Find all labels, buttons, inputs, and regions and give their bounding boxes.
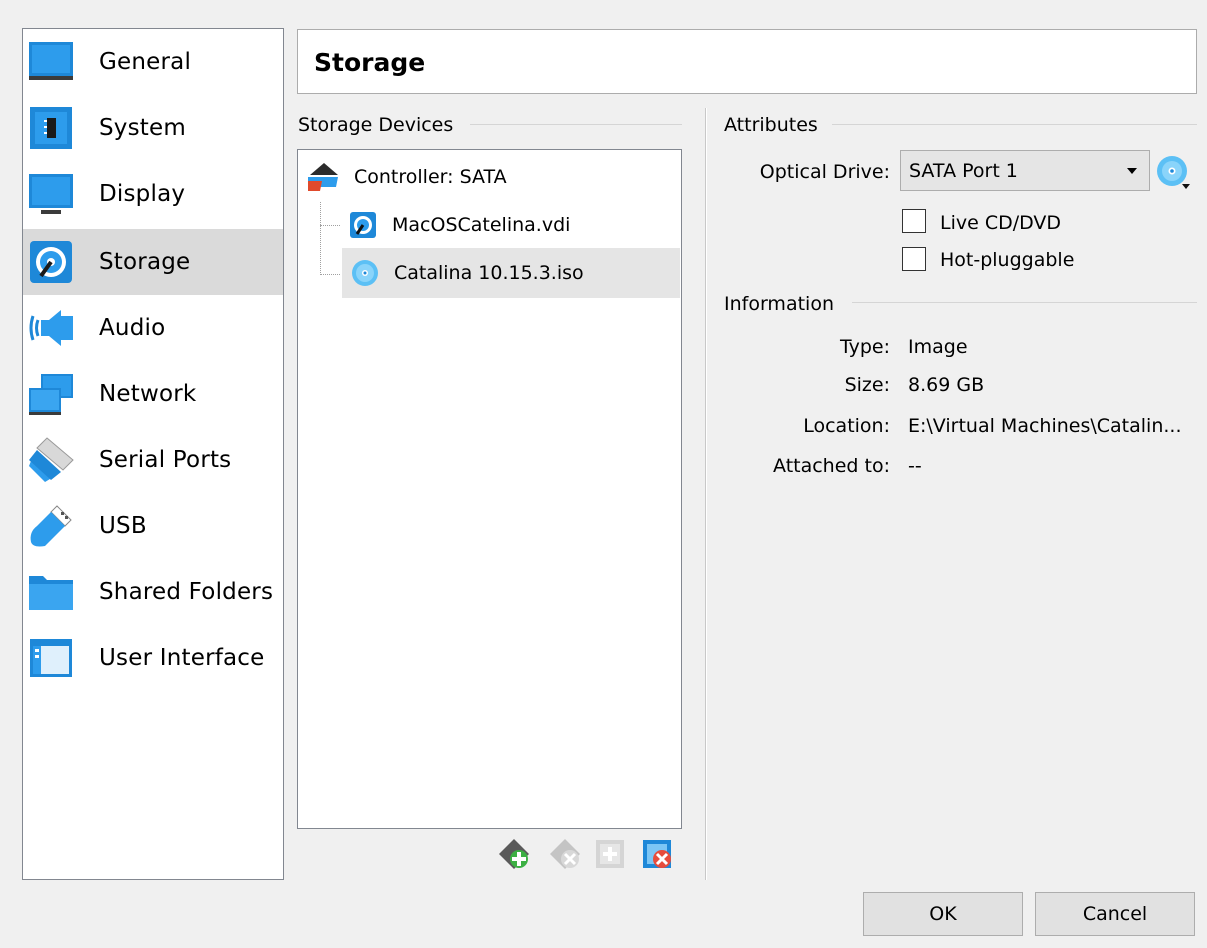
- optical-disc-icon: [352, 260, 378, 286]
- hot-pluggable-checkbox[interactable]: [902, 247, 926, 271]
- sidebar-item-serial-ports[interactable]: Serial Ports: [23, 427, 283, 493]
- optical-drive-label: Optical Drive:: [759, 161, 890, 183]
- group-divider: [852, 302, 1197, 303]
- network-monitors-icon: [29, 374, 73, 415]
- hard-disk-icon: [350, 212, 376, 238]
- page-title: Storage: [314, 48, 426, 77]
- sidebar-item-label: Audio: [99, 315, 166, 341]
- ok-button[interactable]: OK: [863, 892, 1023, 936]
- sidebar-item-general[interactable]: General: [23, 29, 283, 95]
- tree-controller-sata[interactable]: Controller: SATA: [306, 160, 507, 194]
- live-cd-checkbox[interactable]: [902, 209, 926, 233]
- vertical-separator: [705, 108, 707, 880]
- sidebar-item-shared-folders[interactable]: Shared Folders: [23, 559, 283, 625]
- usb-plug-icon: [30, 505, 72, 547]
- optical-drive-value: SATA Port 1: [909, 160, 1018, 182]
- sidebar-item-label: Display: [99, 181, 186, 207]
- display-monitor-icon: [29, 174, 73, 214]
- audio-speaker-icon: [29, 310, 73, 346]
- sidebar-item-label: USB: [99, 513, 147, 539]
- information-group-title: Information: [724, 293, 834, 315]
- attributes-group-title: Attributes: [724, 114, 818, 136]
- sidebar-item-label: Network: [99, 381, 197, 407]
- choose-disk-image-icon[interactable]: [1154, 153, 1194, 191]
- tree-attachment-vdi[interactable]: MacOSCatelina.vdi: [344, 207, 679, 243]
- location-label: Location:: [803, 415, 890, 437]
- type-label: Type:: [839, 336, 890, 358]
- sidebar-item-system[interactable]: System: [23, 95, 283, 161]
- controller-label: Controller: SATA: [354, 166, 507, 188]
- optical-drive-select[interactable]: SATA Port 1: [900, 150, 1150, 191]
- tree-connector: [320, 202, 321, 275]
- attached-to-label: Attached to:: [773, 455, 890, 477]
- tree-connector: [320, 274, 340, 275]
- folder-icon: [29, 576, 73, 610]
- remove-controller-icon[interactable]: [548, 837, 582, 871]
- window-layout-icon: [30, 639, 72, 677]
- chevron-down-icon: [1127, 168, 1137, 174]
- sidebar-item-network[interactable]: Network: [23, 361, 283, 427]
- sidebar-item-label: Shared Folders: [99, 579, 274, 605]
- sidebar-item-label: System: [99, 115, 186, 141]
- general-monitor-icon: [29, 42, 73, 80]
- attachment-label: MacOSCatelina.vdi: [392, 214, 571, 236]
- add-controller-icon[interactable]: [497, 837, 531, 871]
- sidebar-item-label: Storage: [99, 249, 191, 275]
- sidebar-item-display[interactable]: Display: [23, 161, 283, 227]
- controller-icon: [308, 163, 338, 191]
- sidebar-item-storage[interactable]: Storage: [23, 229, 283, 295]
- remove-attachment-icon[interactable]: [640, 837, 674, 871]
- sidebar-item-user-interface[interactable]: User Interface: [23, 625, 283, 691]
- storage-tree[interactable]: Controller: SATA MacOSCatelina.vdi Catal…: [297, 149, 682, 829]
- hot-pluggable-label: Hot-pluggable: [940, 249, 1075, 271]
- type-value: Image: [908, 336, 968, 358]
- sidebar-item-usb[interactable]: USB: [23, 493, 283, 559]
- system-chip-icon: [30, 107, 72, 149]
- add-attachment-icon[interactable]: [593, 837, 627, 871]
- group-divider: [832, 124, 1197, 125]
- serial-port-icon: [29, 437, 74, 482]
- attachment-label: Catalina 10.15.3.iso: [394, 262, 584, 284]
- size-value: 8.69 GB: [908, 374, 985, 396]
- storage-devices-group-title: Storage Devices: [298, 114, 454, 136]
- settings-category-list[interactable]: General System Display Storage Audio Net…: [22, 28, 284, 880]
- size-label: Size:: [844, 374, 890, 396]
- location-value: E:\Virtual Machines\Catalin...: [908, 415, 1182, 437]
- tree-connector: [320, 225, 340, 226]
- group-divider: [470, 124, 682, 125]
- cancel-button[interactable]: Cancel: [1035, 892, 1195, 936]
- tree-attachment-iso[interactable]: Catalina 10.15.3.iso: [342, 248, 680, 298]
- sidebar-item-label: General: [99, 49, 192, 75]
- live-cd-label: Live CD/DVD: [940, 212, 1062, 234]
- storage-disk-icon: [30, 241, 72, 283]
- page-header: Storage: [297, 29, 1197, 94]
- attached-to-value: --: [908, 455, 922, 477]
- sidebar-item-label: User Interface: [99, 645, 265, 671]
- sidebar-item-label: Serial Ports: [99, 447, 232, 473]
- sidebar-item-audio[interactable]: Audio: [23, 295, 283, 361]
